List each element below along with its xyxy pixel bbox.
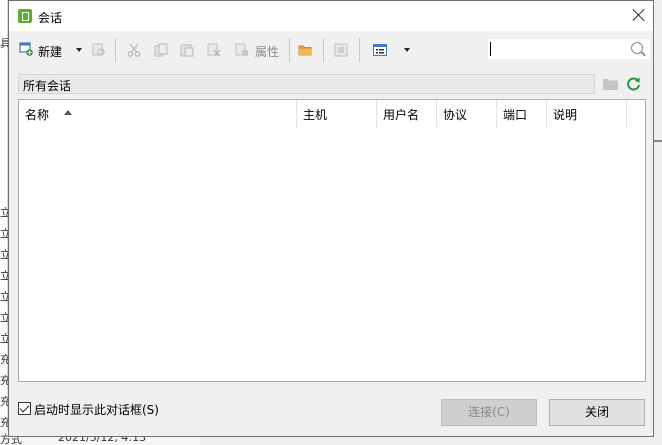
column-header-label: 主机 [303, 108, 328, 122]
show-on-startup-label[interactable]: 启动时显示此对话框(S) [34, 401, 159, 418]
column-header-label: 说明 [553, 108, 578, 122]
chevron-down-icon[interactable] [404, 48, 410, 52]
connect-button[interactable]: 连接(C) [441, 399, 537, 426]
column-header-username[interactable]: 用户名 [377, 100, 437, 127]
background-text: 立 [0, 228, 8, 240]
search-icon[interactable] [631, 42, 643, 54]
new-session-button[interactable]: 新建 [38, 43, 62, 60]
folder-icon[interactable] [298, 43, 312, 57]
list-header: 名称 主机 用户名 协议 端口 说明 [19, 100, 645, 127]
column-header-name[interactable]: 名称 [19, 100, 297, 127]
column-header-protocol[interactable]: 协议 [437, 100, 497, 127]
title-bar: 会话 [9, 1, 653, 31]
properties-icon[interactable] [235, 43, 249, 57]
view-details-icon[interactable] [373, 43, 387, 57]
import-icon[interactable] [334, 43, 348, 57]
dialog-title: 会话 [38, 11, 63, 25]
session-list[interactable]: 名称 主机 用户名 协议 端口 说明 [18, 99, 646, 382]
new-session-icon[interactable] [19, 42, 33, 56]
refresh-icon[interactable] [626, 76, 641, 91]
column-header-label: 端口 [503, 108, 528, 122]
path-bar: 所有会话 [18, 74, 595, 94]
close-icon[interactable] [630, 6, 648, 24]
column-header-port[interactable]: 端口 [497, 100, 547, 127]
background-text: 立 [0, 270, 8, 282]
cut-icon[interactable] [127, 43, 141, 57]
background-text: 充 [0, 375, 8, 387]
background-text: 立 [0, 249, 8, 261]
sessions-dialog: 会话 新建 属性 所有会话 名称 主机 用户名 协议 端口 说明 启动时显示此对… [8, 0, 654, 437]
current-folder-path: 所有会话 [23, 79, 72, 93]
background-text: 立 [0, 291, 8, 303]
toolbar-separator [289, 38, 290, 62]
column-header-label: 协议 [443, 108, 468, 122]
background-text: 充 [0, 396, 8, 408]
background-text: 立 [0, 312, 8, 324]
copy-icon[interactable] [154, 43, 168, 57]
background-text: 立 [0, 207, 8, 219]
text-cursor [490, 42, 491, 56]
toolbar-separator [323, 38, 324, 62]
app-icon [18, 9, 32, 23]
background-text: 具 [0, 38, 8, 50]
folder-up-icon[interactable] [603, 78, 618, 90]
sort-ascending-icon [64, 110, 72, 115]
background-text: 立 [0, 333, 8, 345]
column-header-label: 名称 [25, 108, 50, 122]
toolbar-separator [115, 38, 116, 62]
background-text: 充 [0, 417, 8, 429]
close-button[interactable]: 关闭 [549, 399, 645, 426]
column-header-description[interactable]: 说明 [547, 100, 627, 127]
show-on-startup-checkbox[interactable] [18, 402, 31, 415]
column-header-host[interactable]: 主机 [297, 100, 377, 127]
background-text: 充 [0, 354, 8, 366]
properties-button[interactable]: 属性 [255, 43, 279, 60]
delete-icon[interactable] [207, 43, 221, 57]
toolbar-separator [359, 38, 360, 62]
column-header-label: 用户名 [383, 108, 420, 122]
chevron-down-icon[interactable] [76, 48, 82, 52]
paste-icon[interactable] [180, 43, 194, 57]
search-input[interactable] [488, 39, 650, 59]
session-search-icon[interactable] [92, 43, 106, 57]
